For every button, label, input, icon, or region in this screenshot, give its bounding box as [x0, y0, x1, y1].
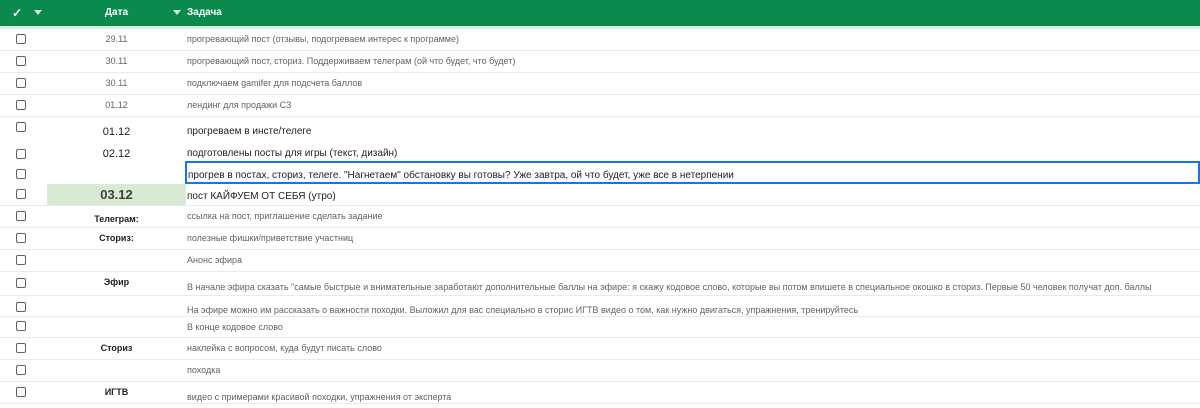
date-cell[interactable]: Эфир — [47, 272, 186, 293]
task-cell[interactable]: прогревающий пост, сториз. Поддерживаем … — [187, 51, 1200, 72]
row-checkbox[interactable] — [16, 169, 26, 179]
row-checkbox[interactable] — [16, 255, 26, 265]
date-cell[interactable]: Сториз — [47, 338, 186, 359]
row-checkbox[interactable] — [16, 365, 26, 375]
table-row: Сториз наклейка с вопросом, куда будут п… — [0, 338, 1200, 360]
table-row: ИГТВ видео с примерами красивой походки,… — [0, 382, 1200, 404]
date-cell[interactable]: 30.11 — [47, 51, 186, 72]
row-checkbox[interactable] — [16, 100, 26, 110]
date-cell[interactable]: 01.12 — [47, 121, 186, 143]
task-cell[interactable]: лендинг для продажи СЗ — [187, 95, 1200, 116]
task-cell[interactable]: прогреваем в инсте/телеге — [187, 121, 1200, 143]
table-row: прогрев в постах, сториз, телеге. "Нагне… — [0, 161, 1200, 184]
filter-icon[interactable] — [34, 0, 46, 26]
row-checkbox[interactable] — [16, 78, 26, 88]
task-cell[interactable]: прогревающий пост (отзывы, подогреваем и… — [187, 29, 1200, 50]
table-row: Телеграм: ссылка на пост, приглашение сд… — [0, 206, 1200, 228]
date-cell[interactable] — [47, 317, 186, 338]
date-cell[interactable]: 30.11 — [47, 73, 186, 94]
date-cell[interactable] — [47, 296, 186, 317]
date-cell[interactable]: 29.11 — [47, 29, 186, 50]
task-cell[interactable]: В начале эфира сказать "самые быстрые и … — [187, 277, 1200, 298]
date-cell[interactable]: 01.12 — [47, 95, 186, 116]
row-checkbox[interactable] — [16, 149, 26, 159]
row-checkbox[interactable] — [16, 233, 26, 243]
table-header: ✓ Дата Задача — [0, 0, 1200, 26]
table-row: 01.12 лендинг для продажи СЗ — [0, 95, 1200, 117]
table-row: Эфир В начале эфира сказать "самые быстр… — [0, 272, 1200, 296]
table-row: походка — [0, 360, 1200, 382]
table-row: 03.12 пост КАЙФУЕМ ОТ СЕБЯ (утро) — [0, 184, 1200, 206]
filter-icon[interactable] — [173, 0, 185, 26]
table-row: 30.11 прогревающий пост, сториз. Поддерж… — [0, 51, 1200, 73]
task-cell[interactable]: Анонс эфира — [187, 250, 1200, 271]
row-checkbox[interactable] — [16, 34, 26, 44]
column-header-date[interactable]: Дата — [47, 0, 186, 26]
task-cell[interactable]: полезные фишки/приветствие участниц — [187, 228, 1200, 249]
table-row: В конце кодовое слово — [0, 317, 1200, 338]
task-cell[interactable]: наклейка с вопросом, куда будут писать с… — [187, 338, 1200, 359]
date-cell[interactable]: Телеграм: — [47, 209, 186, 230]
task-cell[interactable]: подключаем gamifer для подсчета баллов — [187, 73, 1200, 94]
task-cell-selected[interactable]: прогрев в постах, сториз, телеге. "Нагне… — [185, 161, 1200, 184]
header-checkmark-icon[interactable]: ✓ — [10, 0, 24, 26]
task-cell[interactable]: походка — [187, 360, 1200, 381]
date-cell-highlighted[interactable]: 03.12 — [47, 184, 186, 205]
task-cell[interactable]: В конце кодовое слово — [187, 317, 1200, 338]
task-sheet: ✓ Дата Задача 29.11 прогревающий пост (о… — [0, 0, 1200, 405]
table-row: Анонс эфира — [0, 250, 1200, 272]
row-checkbox[interactable] — [16, 387, 26, 397]
row-checkbox[interactable] — [16, 321, 26, 331]
row-checkbox[interactable] — [16, 56, 26, 66]
table-row: 30.11 подключаем gamifer для подсчета ба… — [0, 73, 1200, 95]
table-row: Сториз: полезные фишки/приветствие участ… — [0, 228, 1200, 250]
task-cell[interactable]: ссылка на пост, приглашение сделать зада… — [187, 206, 1200, 227]
date-cell[interactable]: Сториз: — [47, 228, 186, 249]
row-checkbox[interactable] — [16, 278, 26, 288]
column-header-task[interactable]: Задача — [187, 0, 222, 26]
table-row: 01.12 прогреваем в инсте/телеге — [0, 117, 1200, 143]
table-row: 29.11 прогревающий пост (отзывы, подогре… — [0, 29, 1200, 51]
date-cell[interactable] — [47, 250, 186, 271]
row-checkbox[interactable] — [16, 189, 26, 199]
row-checkbox[interactable] — [16, 302, 26, 312]
table-row: 02.12 подготовлены посты для игры (текст… — [0, 143, 1200, 161]
row-checkbox[interactable] — [16, 343, 26, 353]
row-checkbox[interactable] — [16, 122, 26, 132]
table-row: На эфире можно им рассказать о важности … — [0, 296, 1200, 317]
row-checkbox[interactable] — [16, 211, 26, 221]
date-cell[interactable] — [47, 360, 186, 381]
task-cell[interactable]: пост КАЙФУЕМ ОТ СЕБЯ (утро) — [187, 186, 1200, 207]
date-cell[interactable]: ИГТВ — [47, 382, 186, 403]
date-cell[interactable] — [47, 161, 186, 183]
